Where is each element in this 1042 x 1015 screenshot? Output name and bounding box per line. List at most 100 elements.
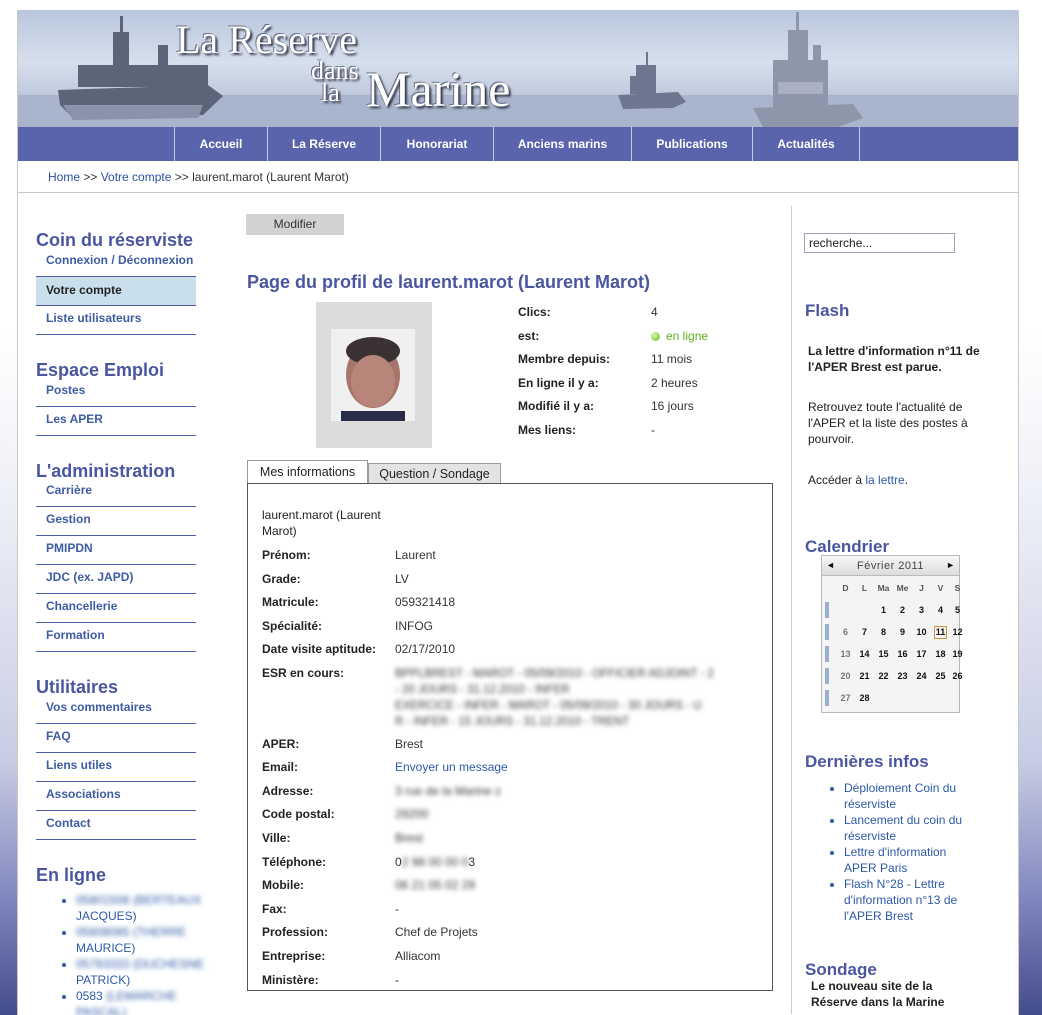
- calendar-day[interactable]: 27: [836, 688, 855, 708]
- calendar-day[interactable]: 22: [874, 666, 893, 686]
- online-user-item[interactable]: 0583 (LEMARCHEPASCAL): [76, 988, 226, 1015]
- calendar-week-marker: [825, 690, 829, 706]
- news-item[interactable]: Flash N°28 - Lettre d'information n°13 d…: [844, 876, 976, 924]
- calendar-day[interactable]: 19: [948, 644, 967, 664]
- nav-item-la-reserve[interactable]: La Réserve: [268, 127, 381, 161]
- calendar-month-label: Février 2011: [857, 560, 924, 572]
- stat-label: Clics:: [518, 305, 551, 319]
- sidebar-item-gestion[interactable]: Gestion: [36, 507, 196, 536]
- calendar-day[interactable]: 13: [836, 644, 855, 664]
- online-user-item[interactable]: 05783333 (DUCHESNEPATRICK): [76, 956, 226, 988]
- calendar-day[interactable]: 10: [912, 622, 931, 642]
- stat-label: Modifié il y a:: [518, 399, 595, 413]
- calendar-day[interactable]: 9: [893, 622, 912, 642]
- modify-button[interactable]: Modifier: [246, 214, 344, 235]
- stat-row-clics: Clics: 4: [518, 302, 778, 326]
- online-status-icon: [651, 332, 660, 342]
- calendar-next-icon[interactable]: ►: [946, 560, 955, 570]
- flash-letter-link[interactable]: la lettre: [865, 473, 904, 487]
- sidebar-item-faq[interactable]: FAQ: [36, 724, 196, 753]
- calendar-day[interactable]: 26: [948, 666, 967, 686]
- breadcrumb-separator: >>: [171, 170, 193, 184]
- stat-row-en-ligne: En ligne il y a: 2 heures: [518, 373, 778, 397]
- sidebar-item-liens-utiles[interactable]: Liens utiles: [36, 753, 196, 782]
- nav-item-publications[interactable]: Publications: [632, 127, 753, 161]
- nav-item-accueil[interactable]: Accueil: [175, 127, 268, 161]
- site-banner[interactable]: La Réserve dans la Marine: [18, 10, 1018, 127]
- calendar-day[interactable]: 24: [912, 666, 931, 686]
- header-divider: [18, 192, 1018, 193]
- online-user-item[interactable]: 05608085 (THERREMAURICE): [76, 924, 226, 956]
- calendar-day[interactable]: 2: [893, 600, 912, 620]
- breadcrumb-home-link[interactable]: Home: [48, 170, 80, 184]
- sidebar-item-jdc[interactable]: JDC (ex. JAPD): [36, 565, 196, 594]
- sidebar-item-carriere[interactable]: Carrière: [36, 478, 196, 507]
- stat-value: 11 mois: [651, 352, 693, 366]
- flash-headline: La lettre d'information n°11 de l'APER B…: [808, 344, 980, 374]
- calendar-week-marker: [825, 624, 829, 640]
- news-item[interactable]: Lancement du coin du réserviste: [844, 812, 976, 844]
- tab-question-sondage[interactable]: Question / Sondage: [368, 463, 501, 484]
- stat-value: 16 jours: [651, 399, 694, 413]
- avatar-image: [331, 329, 415, 421]
- banner-ships-illustration: [18, 12, 1018, 127]
- info-header: laurent.marot (Laurent Marot): [262, 508, 381, 538]
- calendar-day[interactable]: 3: [912, 600, 931, 620]
- calendar-widget: ◄ Février 2011 ► D L Ma Me J V S 1 2 3 4 5 6 7 8 9 10 11 1…: [821, 555, 963, 713]
- calendar-day-of-week: L: [861, 583, 868, 593]
- calendar-week-marker: [825, 668, 829, 684]
- calendar-day[interactable]: 12: [948, 622, 967, 642]
- tab-mes-informations[interactable]: Mes informations: [247, 460, 368, 485]
- flash-text: Retrouvez toute l'actualité de l'APER et…: [808, 400, 968, 446]
- nav-item-anciens-marins[interactable]: Anciens marins: [494, 127, 632, 161]
- calendar-day[interactable]: 14: [855, 644, 874, 664]
- calendar-day[interactable]: 6: [836, 622, 855, 642]
- calendar-day[interactable]: 21: [855, 666, 874, 686]
- sidebar-item-pmipdn[interactable]: PMIPDN: [36, 536, 196, 565]
- site-title-line4: Marine: [366, 61, 511, 117]
- calendar-day[interactable]: 16: [893, 644, 912, 664]
- calendar-day[interactable]: 28: [855, 688, 874, 708]
- page: La Réserve dans la Marine Accueil La Rés…: [17, 10, 1019, 1015]
- calendar-day[interactable]: 1: [874, 600, 893, 620]
- avatar-frame: [316, 302, 432, 448]
- sidebar-item-votre-compte[interactable]: Votre compte: [36, 277, 196, 306]
- sidebar-item-liste-utilisateurs[interactable]: Liste utilisateurs: [36, 306, 196, 335]
- calendar-title: Calendrier: [805, 537, 890, 556]
- calendar-day-of-week: S: [954, 583, 961, 593]
- news-title: Dernières infos: [805, 752, 929, 771]
- tab-panel-mes-informations: laurent.marot (Laurent Marot) Prénom: Laur…: [247, 483, 773, 991]
- calendar-day-of-week: J: [919, 583, 924, 593]
- sidebar-item-postes[interactable]: Postes: [36, 378, 196, 407]
- section-title-en-ligne: En ligne: [36, 865, 107, 885]
- stat-row-modifie: Modifié il y a: 16 jours: [518, 396, 778, 420]
- send-message-link[interactable]: Envoyer un message: [395, 760, 508, 774]
- calendar-day[interactable]: 17: [912, 644, 931, 664]
- stat-label: En ligne il y a:: [518, 376, 599, 390]
- calendar-day[interactable]: 23: [893, 666, 912, 686]
- calendar-week-marker: [825, 646, 829, 662]
- online-user-item[interactable]: 05801508 (BERTEAUXJACQUES): [76, 892, 226, 924]
- calendar-day[interactable]: 15: [874, 644, 893, 664]
- calendar-day[interactable]: 20: [836, 666, 855, 686]
- search-input[interactable]: [804, 233, 955, 253]
- sidebar-item-chancellerie[interactable]: Chancellerie: [36, 594, 196, 623]
- calendar-day[interactable]: 8: [874, 622, 893, 642]
- sidebar-item-associations[interactable]: Associations: [36, 782, 196, 811]
- sidebar-item-connexion[interactable]: Connexion / Déconnexion: [36, 248, 196, 277]
- sidebar-item-contact[interactable]: Contact: [36, 811, 196, 840]
- sidebar-item-formation[interactable]: Formation: [36, 623, 196, 652]
- nav-item-honorariat[interactable]: Honorariat: [381, 127, 494, 161]
- calendar-day[interactable]: 5: [948, 600, 967, 620]
- calendar-day[interactable]: 7: [855, 622, 874, 642]
- sidebar-item-les-aper[interactable]: Les APER: [36, 407, 196, 436]
- calendar-week-marker: [825, 602, 829, 618]
- stat-row-membre-depuis: Membre depuis: 11 mois: [518, 349, 778, 373]
- main-nav: Accueil La Réserve Honorariat Anciens ma…: [18, 127, 1018, 161]
- news-item[interactable]: Déploiement Coin du réserviste: [844, 780, 976, 812]
- news-item[interactable]: Lettre d'information APER Paris: [844, 844, 976, 876]
- nav-item-actualites[interactable]: Actualités: [753, 127, 860, 161]
- sidebar-item-vos-commentaires[interactable]: Vos commentaires: [36, 695, 196, 724]
- breadcrumb-account-link[interactable]: Votre compte: [101, 170, 172, 184]
- news-list: Déploiement Coin du réserviste Lancement…: [826, 780, 976, 924]
